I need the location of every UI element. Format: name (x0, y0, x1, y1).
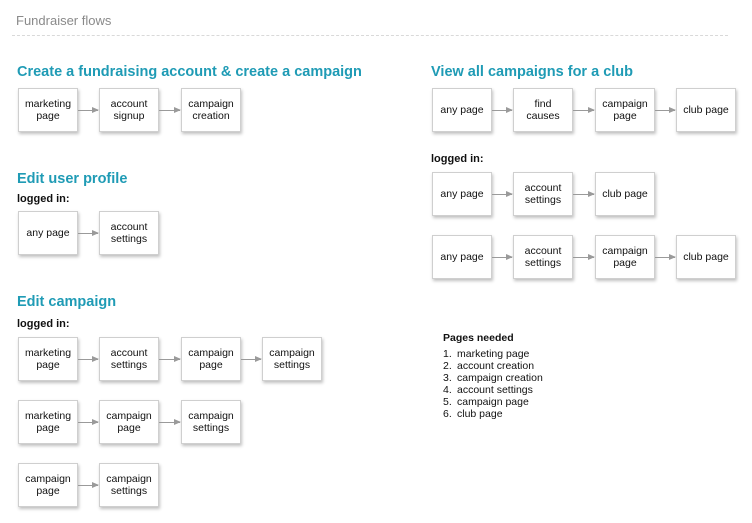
flow-node: campaign page (99, 400, 159, 444)
flow-arrow (159, 356, 181, 362)
flow-node: club page (676, 235, 736, 279)
flow-node: campaign page (181, 337, 241, 381)
flow-node: campaign page (18, 463, 78, 507)
flow-node: club page (595, 172, 655, 216)
flow-arrow (78, 107, 99, 113)
flow-arrow (492, 191, 513, 197)
flow-node: any page (18, 211, 78, 255)
flow-node: any page (432, 235, 492, 279)
list-item: 4. account settings (443, 384, 533, 396)
flow-node: club page (676, 88, 736, 132)
flow-node: account signup (99, 88, 159, 132)
flow-title-view-campaigns: View all campaigns for a club (431, 64, 633, 80)
logged-in-label: logged in: (431, 153, 484, 165)
flow-arrow (78, 482, 99, 488)
list-item: 6. club page (443, 408, 503, 420)
list-item: 1. marketing page (443, 348, 530, 360)
flow-node: account settings (513, 172, 573, 216)
flow-arrow (573, 107, 595, 113)
flow-title-edit-profile: Edit user profile (17, 171, 128, 187)
flow-node: any page (432, 88, 492, 132)
flow-node: account settings (99, 337, 159, 381)
flow-node: marketing page (18, 88, 78, 132)
flow-node: campaign creation (181, 88, 241, 132)
flow-arrow (159, 107, 181, 113)
flow-node: marketing page (18, 337, 78, 381)
pages-needed-list: Pages needed 1. marketing page 2. account … (443, 332, 543, 420)
flow-node: account settings (513, 235, 573, 279)
page-title: Fundraiser flows (16, 13, 112, 28)
logged-in-label: logged in: (17, 193, 70, 205)
title-divider (12, 35, 728, 36)
flow-node: campaign settings (262, 337, 322, 381)
list-item: 3. campaign creation (443, 372, 543, 384)
flow-arrow (655, 254, 676, 260)
flow-node: marketing page (18, 400, 78, 444)
flow-node: any page (432, 172, 492, 216)
flow-node: campaign settings (99, 463, 159, 507)
flow-node: account settings (99, 211, 159, 255)
flow-node: find causes (513, 88, 573, 132)
pages-needed-title: Pages needed (443, 332, 514, 344)
flow-node: campaign page (595, 235, 655, 279)
flow-arrow (241, 356, 262, 362)
flow-title-edit-campaign: Edit campaign (17, 294, 117, 310)
logged-in-label: logged in: (17, 318, 70, 330)
flow-arrow (492, 107, 513, 113)
flow-arrow (159, 419, 181, 425)
flow-arrow (78, 419, 99, 425)
flow-node: campaign settings (181, 400, 241, 444)
flow-arrow (573, 191, 595, 197)
pages-list: 1. marketing page 2. account creation 3. ca… (443, 348, 543, 420)
flow-arrow (655, 107, 676, 113)
flow-title-create-account: Create a fundraising account & create a … (17, 64, 362, 80)
list-item: 5. campaign page (443, 396, 529, 408)
flow-arrow (492, 254, 513, 260)
flow-arrow (78, 356, 99, 362)
list-item: 2. account creation (443, 360, 535, 372)
flow-arrow (573, 254, 595, 260)
flow-arrow (78, 230, 99, 236)
flow-node: campaign page (595, 88, 655, 132)
